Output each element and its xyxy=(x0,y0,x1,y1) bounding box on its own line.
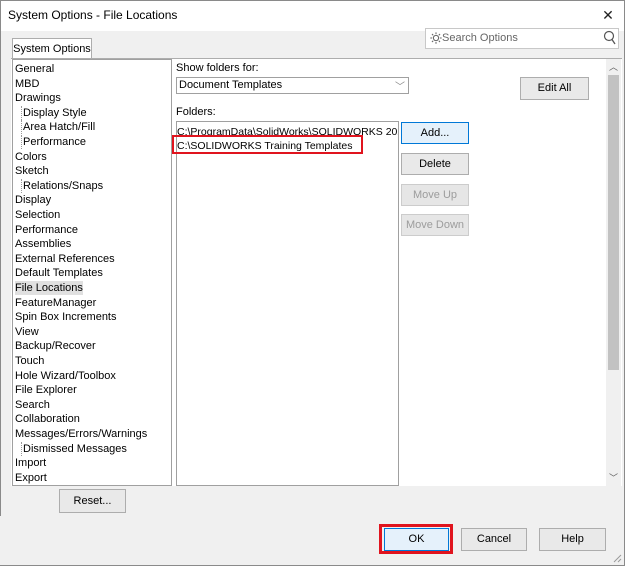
resize-grip-icon[interactable] xyxy=(612,553,622,563)
tree-item[interactable]: Assemblies xyxy=(15,237,71,251)
tree-item[interactable]: General xyxy=(15,62,54,76)
tree-item[interactable]: Drawings xyxy=(15,91,61,105)
folders-label: Folders: xyxy=(176,106,216,118)
tree-item[interactable]: Hole Wizard/Toolbox xyxy=(15,369,116,383)
scrollbar-thumb[interactable] xyxy=(608,75,619,370)
show-folders-label: Show folders for: xyxy=(176,62,259,74)
tree-item[interactable]: Display xyxy=(15,193,51,207)
tree-item[interactable]: Performance xyxy=(15,223,78,237)
move-down-button[interactable]: Move Down xyxy=(401,214,469,236)
tree-item[interactable]: Messages/Errors/Warnings xyxy=(15,427,147,441)
options-tree[interactable]: General MBD Drawings Display Style Area Hatc… xyxy=(12,59,172,486)
dialog-footer xyxy=(0,516,623,565)
tab-system-options[interactable]: System Options xyxy=(12,38,92,59)
tree-item[interactable]: Dismissed Messages xyxy=(21,441,127,456)
tree-item[interactable]: FeatureManager xyxy=(15,296,96,310)
tree-item[interactable]: Collaboration xyxy=(15,412,80,426)
delete-button[interactable]: Delete xyxy=(401,153,469,175)
tree-item[interactable]: Relations/Snaps xyxy=(21,178,103,193)
move-up-button[interactable]: Move Up xyxy=(401,184,469,206)
tree-item[interactable]: Import xyxy=(15,456,46,470)
tree-item[interactable]: Spin Box Increments xyxy=(15,310,117,324)
scroll-down-icon[interactable]: ﹀ xyxy=(608,471,619,485)
tree-item[interactable]: Colors xyxy=(15,150,47,164)
tree-item[interactable]: Touch xyxy=(15,354,44,368)
tree-item[interactable]: Backup/Recover xyxy=(15,339,96,353)
chevron-down-icon: ﹀ xyxy=(395,82,405,93)
tree-item[interactable]: Display Style xyxy=(21,105,87,120)
tree-item[interactable]: File Locations xyxy=(15,281,83,295)
search-placeholder: Search Options xyxy=(442,32,518,44)
tree-item[interactable]: Search xyxy=(15,398,50,412)
show-folders-value: Document Templates xyxy=(179,79,283,91)
folders-list[interactable]: C:\ProgramData\SolidWorks\SOLIDWORKS 202… xyxy=(176,121,399,486)
edit-all-button[interactable]: Edit All xyxy=(520,77,589,100)
tree-item[interactable]: MBD xyxy=(15,77,39,91)
tree-item[interactable]: Default Templates xyxy=(15,266,103,280)
window-title: System Options - File Locations xyxy=(8,8,178,22)
tree-item[interactable]: Sketch xyxy=(15,164,49,178)
show-folders-select[interactable]: Document Templates ﹀ xyxy=(176,77,409,94)
tree-item[interactable]: View xyxy=(15,325,39,339)
close-icon[interactable]: ✕ xyxy=(600,6,616,24)
title-bar: System Options - File Locations ✕ xyxy=(1,1,624,31)
tree-item[interactable]: Area Hatch/Fill xyxy=(21,120,95,135)
tree-item[interactable]: Export xyxy=(15,471,47,485)
search-options-input[interactable]: Search Options xyxy=(425,28,619,49)
gear-icon xyxy=(430,32,442,44)
tree-item[interactable]: Selection xyxy=(15,208,60,222)
tree-item[interactable]: External References xyxy=(15,252,115,266)
scroll-up-icon[interactable]: ︿ xyxy=(608,60,619,74)
vertical-scrollbar[interactable]: ︿ ﹀ xyxy=(606,59,621,486)
folder-path-item[interactable]: C:\SOLIDWORKS Training Templates xyxy=(177,139,352,153)
tree-item[interactable]: File Explorer xyxy=(15,383,77,397)
cancel-button[interactable]: Cancel xyxy=(461,528,527,551)
add-button[interactable]: Add... xyxy=(401,122,469,144)
tree-item[interactable]: Performance xyxy=(21,135,86,149)
ok-button[interactable]: OK xyxy=(384,528,449,551)
help-button[interactable]: Help xyxy=(539,528,606,551)
reset-button[interactable]: Reset... xyxy=(59,489,126,513)
search-icon[interactable] xyxy=(602,30,616,46)
folder-path-item[interactable]: C:\ProgramData\SolidWorks\SOLIDWORKS 202… xyxy=(177,125,398,139)
